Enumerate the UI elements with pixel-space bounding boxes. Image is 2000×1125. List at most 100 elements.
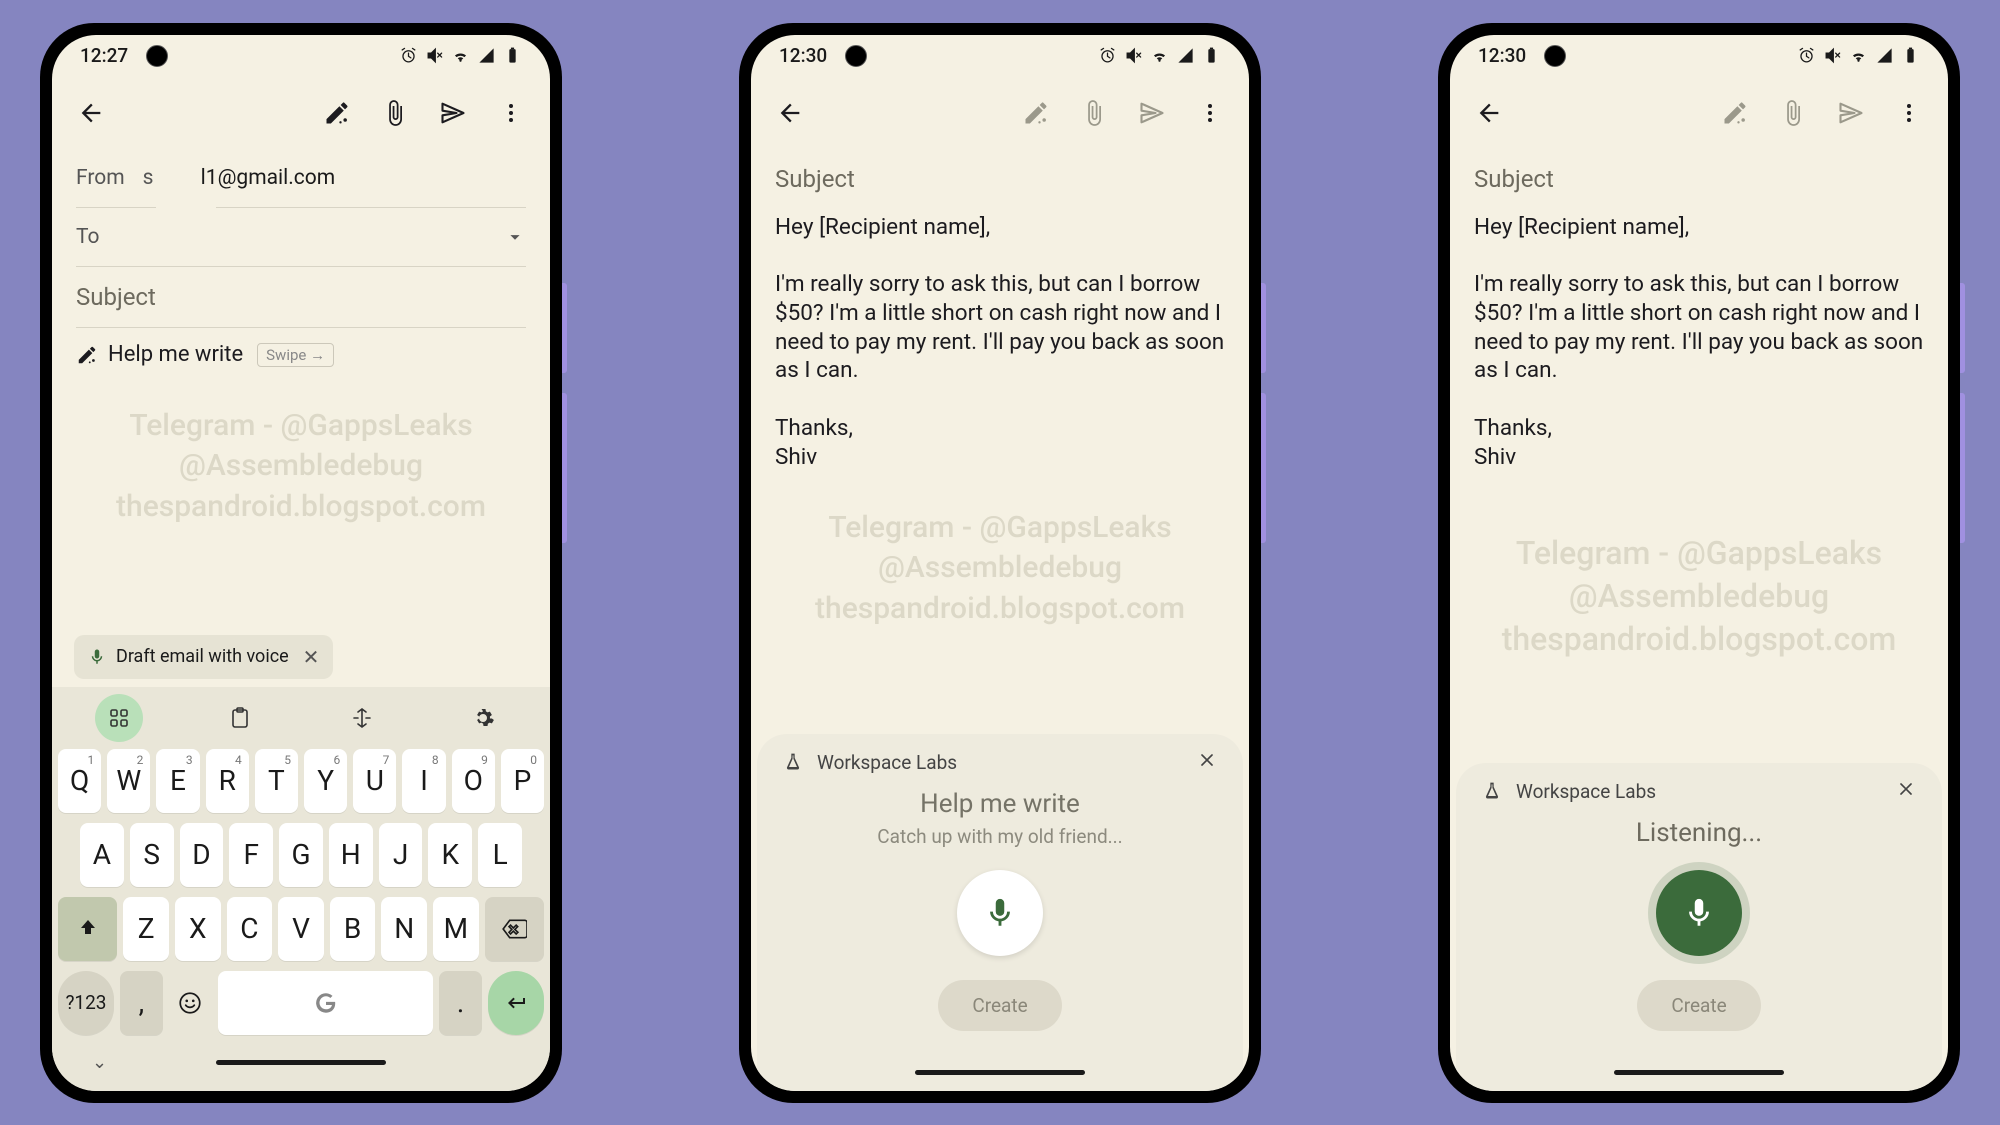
send-button[interactable] (1826, 88, 1876, 138)
comma-key[interactable]: , (120, 971, 163, 1035)
nav-bar (1456, 1055, 1942, 1091)
key-p[interactable]: 0P (501, 749, 544, 813)
wifi-icon (1849, 46, 1868, 65)
close-icon[interactable] (1197, 750, 1217, 775)
key-w[interactable]: 2W (107, 749, 150, 813)
key-z[interactable]: Z (123, 897, 169, 961)
nav-handle[interactable] (1614, 1070, 1784, 1075)
attach-button[interactable] (1768, 88, 1818, 138)
help-me-write-button[interactable] (1011, 88, 1061, 138)
key-j[interactable]: J (379, 823, 423, 887)
backspace-key[interactable] (485, 897, 544, 961)
create-button[interactable]: Create (1637, 980, 1760, 1031)
subject-field[interactable]: Subject (1450, 149, 1948, 209)
watermark: Telegram - @GappsLeaks @Assembledebug th… (1450, 532, 1948, 662)
subject-field[interactable]: Subject (52, 267, 550, 327)
key-x[interactable]: X (175, 897, 221, 961)
kb-apps-button[interactable] (95, 694, 143, 742)
body-thanks: Thanks, (1474, 414, 1924, 443)
key-v[interactable]: V (278, 897, 324, 961)
key-c[interactable]: C (227, 897, 273, 961)
chevron-down-icon[interactable] (504, 226, 526, 248)
swipe-chip: Swipe → (257, 343, 334, 367)
battery-icon (503, 46, 522, 65)
toolbar (1450, 77, 1948, 149)
kb-collapse-icon[interactable]: ⌄ (92, 1052, 107, 1073)
key-y[interactable]: 6Y (304, 749, 347, 813)
emoji-key[interactable] (169, 971, 212, 1035)
key-k[interactable]: K (428, 823, 472, 887)
watermark: Telegram - @GappsLeaks @Assembledebug th… (52, 406, 550, 528)
key-b[interactable]: B (330, 897, 376, 961)
mute-icon (1124, 46, 1143, 65)
send-button[interactable] (428, 88, 478, 138)
body-para: I'm really sorry to ask this, but can I … (775, 270, 1225, 385)
key-s[interactable]: S (130, 823, 174, 887)
email-body[interactable]: Hey [Recipient name], I'm really sorry t… (751, 209, 1249, 472)
shift-key[interactable] (58, 897, 117, 961)
status-bar: 12:30 (751, 35, 1249, 77)
to-row[interactable]: To (52, 208, 550, 266)
flask-icon (1482, 781, 1502, 801)
screen: 12:27 From s l1@gmail.com (52, 35, 550, 1091)
voice-draft-chip[interactable]: Draft email with voice ✕ (74, 635, 333, 679)
kb-settings-button[interactable] (459, 694, 507, 742)
alarm-icon (399, 46, 418, 65)
nav-handle[interactable] (216, 1060, 386, 1065)
space-key[interactable] (218, 971, 433, 1035)
key-f[interactable]: F (229, 823, 273, 887)
back-button[interactable] (765, 88, 815, 138)
key-o[interactable]: 9O (452, 749, 495, 813)
overflow-button[interactable] (486, 88, 536, 138)
body-area[interactable]: Telegram - @GappsLeaks @Assembledebug th… (52, 382, 550, 635)
close-icon[interactable] (1896, 779, 1916, 804)
key-n[interactable]: N (381, 897, 427, 961)
attach-button[interactable] (1069, 88, 1119, 138)
key-t[interactable]: 5T (255, 749, 298, 813)
key-r[interactable]: 4R (206, 749, 249, 813)
email-body[interactable]: Hey [Recipient name], I'm really sorry t… (1450, 209, 1948, 472)
key-a[interactable]: A (80, 823, 124, 887)
create-button[interactable]: Create (938, 980, 1061, 1031)
hmw-inline-label: Help me write (76, 342, 243, 367)
flask-icon (783, 752, 803, 772)
listening-label: Listening... (1636, 818, 1762, 848)
from-short: s (143, 166, 183, 190)
key-g[interactable]: G (279, 823, 323, 887)
key-u[interactable]: 7U (353, 749, 396, 813)
key-e[interactable]: 3E (156, 749, 199, 813)
status-bar: 12:30 (1450, 35, 1948, 77)
back-button[interactable] (66, 88, 116, 138)
from-email: l1@gmail.com (201, 166, 336, 190)
key-h[interactable]: H (329, 823, 373, 887)
subject-field[interactable]: Subject (751, 149, 1249, 209)
hmw-inline-row[interactable]: Help me write Swipe → (52, 328, 550, 382)
nav-handle[interactable] (915, 1070, 1085, 1075)
help-me-write-button[interactable] (312, 88, 362, 138)
back-button[interactable] (1464, 88, 1514, 138)
kb-clipboard-button[interactable] (216, 694, 264, 742)
attach-button[interactable] (370, 88, 420, 138)
symbols-key[interactable]: ?123 (58, 971, 114, 1035)
mic-button[interactable] (1656, 870, 1742, 956)
google-icon (313, 990, 339, 1016)
phone-2: 12:30 Subject Hey [Recipient name], (739, 23, 1261, 1103)
period-key[interactable]: . (439, 971, 482, 1035)
key-m[interactable]: M (433, 897, 479, 961)
key-q[interactable]: 1Q (58, 749, 101, 813)
key-d[interactable]: D (180, 823, 224, 887)
key-l[interactable]: L (478, 823, 522, 887)
mute-icon (425, 46, 444, 65)
enter-key[interactable] (488, 971, 544, 1035)
close-icon[interactable]: ✕ (303, 645, 320, 669)
kb-textedit-button[interactable] (338, 694, 386, 742)
key-i[interactable]: 8I (402, 749, 445, 813)
help-me-write-button[interactable] (1710, 88, 1760, 138)
body-greeting: Hey [Recipient name], (1474, 213, 1924, 242)
mic-button[interactable] (957, 870, 1043, 956)
overflow-button[interactable] (1884, 88, 1934, 138)
from-row[interactable]: From s l1@gmail.com (52, 149, 550, 207)
overflow-button[interactable] (1185, 88, 1235, 138)
send-button[interactable] (1127, 88, 1177, 138)
to-label: To (76, 225, 100, 249)
